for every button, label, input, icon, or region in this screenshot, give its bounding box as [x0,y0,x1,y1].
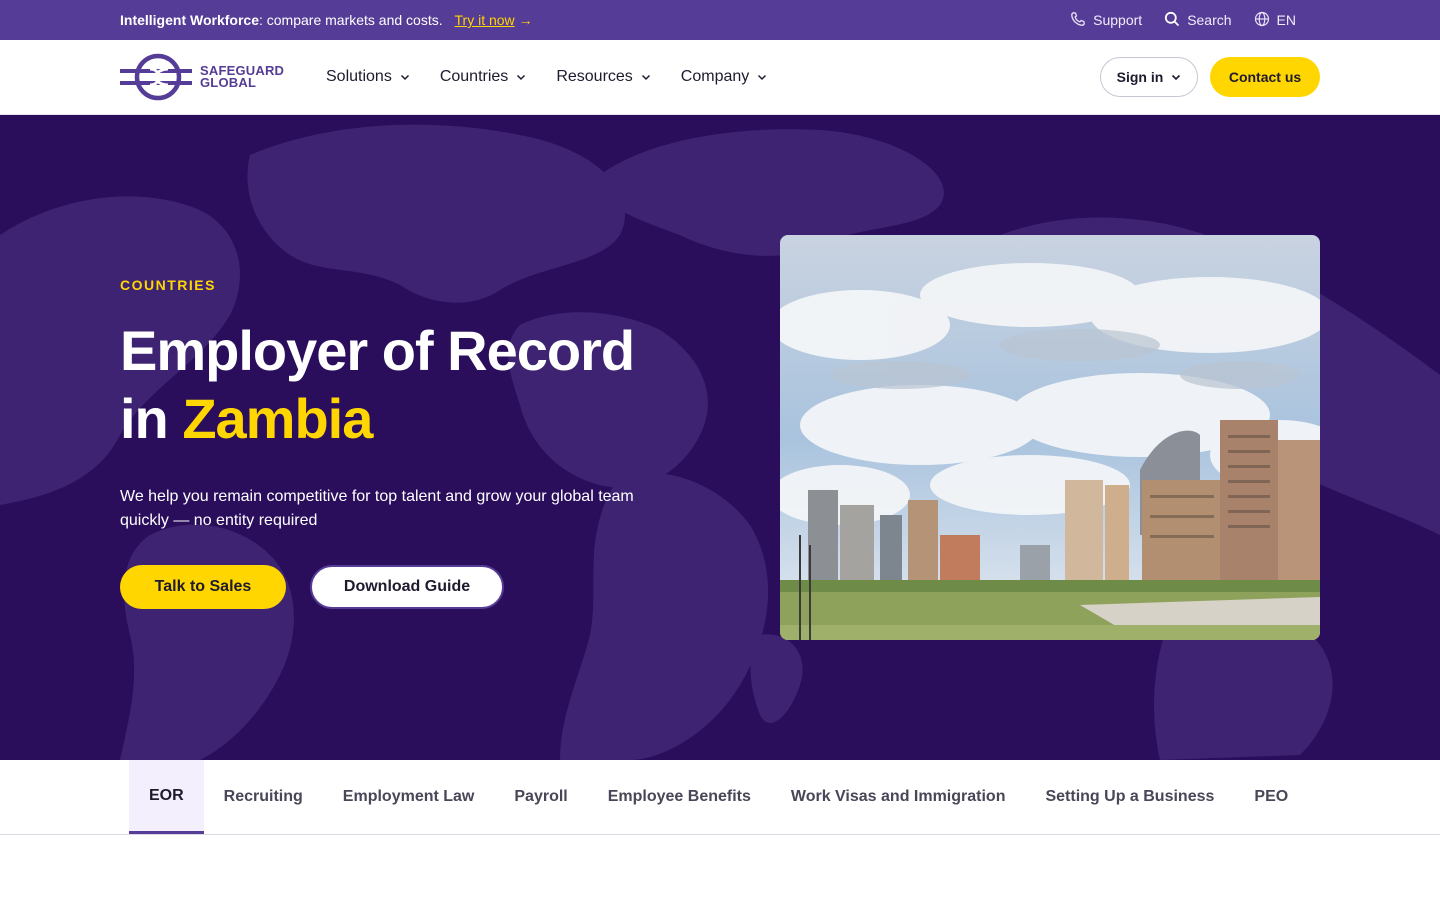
utility-links: Support Search EN [1070,11,1320,30]
search-label: Search [1187,12,1232,28]
chevron-down-icon [1172,74,1181,81]
hero-cta-group: Talk to Sales Download Guide [120,565,680,609]
tab-recruiting[interactable]: Recruiting [204,760,323,834]
hero-section: COUNTRIES Employer of Record in Zambia W… [0,115,1440,760]
safeguard-logo-mark-icon [120,53,192,101]
promo-bold: Intelligent Workforce [120,12,259,28]
tab-peo[interactable]: PEO [1234,760,1308,834]
hero-title-line-1: Employer of Record [120,319,635,382]
chevron-down-icon [758,74,767,81]
tab-employee-benefits[interactable]: Employee Benefits [588,760,771,834]
promo-body: : compare markets and costs. [258,12,443,28]
support-label: Support [1093,12,1143,28]
language-selector[interactable]: EN [1254,11,1296,30]
chevron-down-icon [400,74,409,81]
arrow-right-icon: → [518,12,533,28]
nav-company[interactable]: Company [681,68,767,86]
phone-icon [1070,11,1086,30]
hero-text-block: COUNTRIES Employer of Record in Zambia W… [120,277,680,609]
support-link[interactable]: Support [1070,11,1142,30]
hero-eyebrow: COUNTRIES [120,277,216,293]
nav-actions: Sign in Contact us [1100,57,1320,97]
search-icon [1164,11,1180,30]
lusaka-skyline-photo [780,235,1320,640]
language-label: EN [1276,12,1296,28]
tab-employment-law[interactable]: Employment Law [323,760,495,834]
nav-countries[interactable]: Countries [440,68,526,86]
logo-line-2: GLOBAL [200,75,257,90]
hero-title-prefix: in [120,387,183,450]
download-guide-button[interactable]: Download Guide [310,565,504,609]
sign-in-label: Sign in [1116,69,1164,85]
tab-setting-up-business[interactable]: Setting Up a Business [1025,760,1234,834]
globe-icon [1254,11,1270,30]
promo-text: Intelligent Workforce: compare markets a… [120,12,533,28]
nav-menu: Solutions Countries Resources Company [326,68,767,86]
nav-solutions[interactable]: Solutions [326,68,410,86]
nav-resources-label: Resources [556,68,633,85]
nav-solutions-label: Solutions [326,68,392,85]
hero-title: Employer of Record in Zambia [120,317,680,453]
hero-subtitle: We help you remain competitive for top t… [120,488,634,529]
nav-countries-label: Countries [439,68,509,85]
sign-in-button[interactable]: Sign in [1100,57,1198,97]
top-banner: Intelligent Workforce: compare markets a… [0,0,1440,40]
safeguard-logo[interactable]: SAFEGUARD GLOBAL [120,52,326,102]
tab-eor[interactable]: EOR [129,760,204,834]
country-topic-tabs: EOR Recruiting Employment Law Payroll Em… [0,760,1440,835]
nav-resources[interactable]: Resources [556,68,650,86]
search-link[interactable]: Search [1164,11,1232,30]
talk-to-sales-button[interactable]: Talk to Sales [120,565,286,609]
logo-wordmark: SAFEGUARD GLOBAL [200,64,284,90]
try-it-now-link[interactable]: Try it now [455,12,515,28]
chevron-down-icon [517,74,526,81]
hero-title-country: Zambia [182,387,373,450]
tab-work-visas[interactable]: Work Visas and Immigration [771,760,1026,834]
contact-us-button[interactable]: Contact us [1210,57,1320,97]
main-navigation: SAFEGUARD GLOBAL Solutions Countries Res… [0,40,1440,115]
city-skyline-image [780,235,1320,640]
tab-payroll[interactable]: Payroll [494,760,587,834]
nav-company-label: Company [680,68,750,85]
chevron-down-icon [641,74,650,81]
